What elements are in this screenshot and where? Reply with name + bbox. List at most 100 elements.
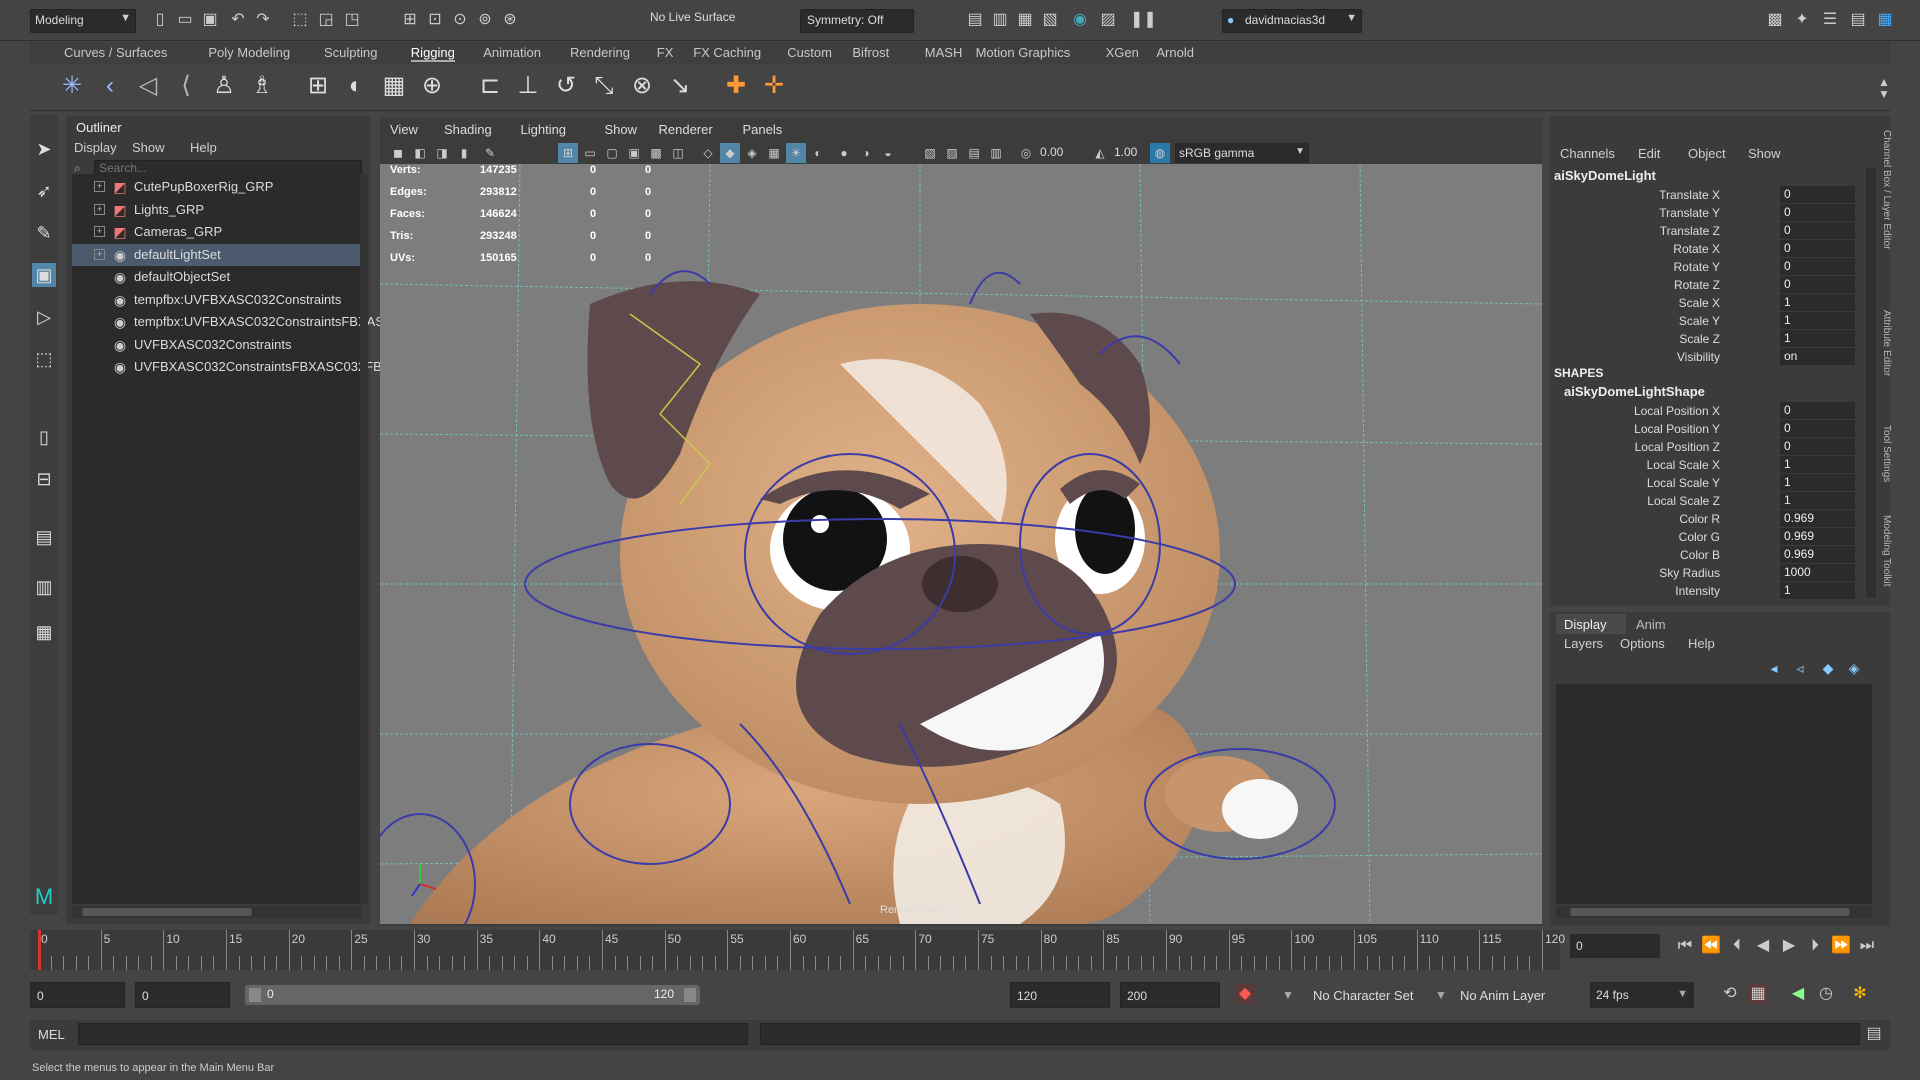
live-surface-label[interactable]: No Live Surface: [650, 10, 735, 24]
current-time-indicator[interactable]: [38, 930, 41, 970]
outliner-menu-display[interactable]: Display: [74, 140, 117, 155]
xray-icon[interactable]: ▨: [942, 143, 962, 163]
go-to-start-icon[interactable]: ⏮: [1675, 936, 1695, 956]
channel-attribute[interactable]: Local Position X 0: [1550, 402, 1860, 420]
shelf-tab[interactable]: Animation: [483, 45, 541, 60]
anim-layer-label[interactable]: No Anim Layer: [1460, 988, 1545, 1003]
viewport-canvas[interactable]: Verts: 147235 0 0 Edges: 293812 0 0 Faces: 146624…: [380, 164, 1542, 924]
expand-toggle[interactable]: +: [94, 226, 105, 237]
new-layer-selected-icon[interactable]: ◈: [1844, 658, 1864, 678]
orient-constraint-icon[interactable]: ↺: [550, 70, 582, 102]
layer-menu-help[interactable]: Help: [1688, 636, 1715, 651]
side-tab-channel-box[interactable]: Channel Box / Layer Editor: [1878, 130, 1892, 300]
tool-settings-icon[interactable]: ▤: [1848, 10, 1868, 30]
end-frame-field[interactable]: 200: [1120, 982, 1220, 1008]
channel-attribute[interactable]: Intensity 1: [1550, 582, 1860, 600]
create-joints-icon[interactable]: ✳: [56, 70, 88, 102]
channel-attribute-value[interactable]: 1: [1780, 456, 1855, 473]
film-gate-icon[interactable]: ▭: [580, 143, 600, 163]
shelf-tab[interactable]: Bifrost: [852, 45, 889, 60]
current-frame-field[interactable]: 0: [1570, 934, 1660, 958]
point-constraint-icon[interactable]: ⊥: [512, 70, 544, 102]
wireframe-on-shaded-icon[interactable]: ◈: [742, 143, 762, 163]
pole-vector-icon[interactable]: ↘: [664, 70, 696, 102]
shelf-tab[interactable]: Rigging: [410, 45, 455, 62]
channel-attribute-value[interactable]: 1: [1780, 492, 1855, 509]
outliner-hscrollbar[interactable]: [72, 906, 362, 918]
channel-attribute-value[interactable]: 1: [1780, 474, 1855, 491]
bookmark-icon[interactable]: ◨: [432, 143, 452, 163]
outliner-item[interactable]: ◉ UVFBXASC032ConstraintsFBXASC032FBX: [72, 356, 391, 378]
shape-node-name[interactable]: aiSkyDomeLightShape: [1564, 384, 1705, 399]
motion-blur-icon[interactable]: ◑: [856, 143, 876, 163]
use-all-lights-icon[interactable]: ☀: [786, 143, 806, 163]
start-frame-field[interactable]: 0: [30, 982, 125, 1008]
smooth-shade-icon[interactable]: ◆: [720, 143, 740, 163]
viewport-menu-show[interactable]: Show: [605, 122, 638, 137]
channel-attribute[interactable]: Color B 0.969: [1550, 546, 1860, 564]
undo-icon[interactable]: ↶: [228, 10, 248, 30]
render-current-icon[interactable]: ▤: [965, 10, 985, 30]
attribute-editor-icon[interactable]: ☰: [1820, 10, 1840, 30]
anim-start-field[interactable]: 0: [135, 982, 230, 1008]
outliner-item[interactable]: ◉ defaultObjectSet: [72, 266, 362, 288]
single-view-icon[interactable]: ▯: [32, 425, 56, 449]
field-chart-icon[interactable]: ▩: [646, 143, 666, 163]
render-settings-icon[interactable]: ▦: [1015, 10, 1035, 30]
channel-attribute-value[interactable]: 0: [1780, 240, 1855, 257]
range-slider-end-handle[interactable]: [684, 988, 696, 1002]
outliner-item[interactable]: + ◉ defaultLightSet: [72, 243, 362, 266]
viewport-menu-renderer[interactable]: Renderer: [659, 122, 713, 137]
preferences-icon[interactable]: ✻: [1850, 984, 1870, 1004]
channel-attribute-value[interactable]: 0: [1780, 204, 1855, 221]
save-scene-icon[interactable]: ▣: [200, 10, 220, 30]
shadows-icon[interactable]: ◐: [808, 143, 828, 163]
gamma-value[interactable]: 1.00: [1114, 145, 1137, 159]
layer-hscrollbar[interactable]: [1556, 906, 1872, 918]
channel-attribute-value[interactable]: on: [1780, 348, 1855, 365]
outliner-item[interactable]: + ◩ Lights_GRP: [72, 199, 362, 221]
step-forward-frame-icon[interactable]: ⏵: [1805, 936, 1825, 956]
ipr-render-icon[interactable]: ▥: [990, 10, 1010, 30]
channel-attribute[interactable]: Translate Y 0: [1550, 204, 1860, 222]
lattice-icon[interactable]: ▦: [378, 70, 410, 102]
channel-attribute[interactable]: Color G 0.969: [1550, 528, 1860, 546]
resolution-gate-icon[interactable]: ▢: [602, 143, 622, 163]
script-editor-icon[interactable]: ▤: [1864, 1024, 1884, 1044]
play-backward-icon[interactable]: ◀: [1753, 936, 1773, 956]
channel-attribute[interactable]: Scale Y 1: [1550, 312, 1860, 330]
select-hierarchy-icon[interactable]: ⬚: [290, 10, 310, 30]
safe-action-icon[interactable]: ◫: [668, 143, 688, 163]
step-back-frame-icon[interactable]: ⏴: [1727, 936, 1747, 956]
xray-joints-icon[interactable]: ▤: [964, 143, 984, 163]
outliner-item[interactable]: ◉ tempfbx:UVFBXASC032Constraints: [72, 289, 362, 311]
render-view-icon[interactable]: ▨: [1098, 10, 1118, 30]
shelf-tab[interactable]: FX Caching: [693, 45, 761, 60]
move-layer-down-icon[interactable]: ◃: [1790, 658, 1810, 678]
channel-attribute-value[interactable]: 0: [1780, 420, 1855, 437]
image-plane-icon[interactable]: ▮: [454, 143, 474, 163]
layer-menu-layers[interactable]: Layers: [1564, 636, 1603, 651]
shelf-tab[interactable]: Poly Modeling: [208, 45, 290, 60]
channel-attribute-value[interactable]: 1000: [1780, 564, 1855, 581]
channel-attribute[interactable]: Scale Z 1: [1550, 330, 1860, 348]
user-account-dropdown[interactable]: ● davidmacias3d ▼: [1222, 9, 1362, 33]
channel-attribute[interactable]: Rotate Y 0: [1550, 258, 1860, 276]
channel-attribute-value[interactable]: 1: [1780, 582, 1855, 599]
humanik-icon[interactable]: ♗: [246, 70, 278, 102]
rotate-tool-icon[interactable]: ▷: [32, 305, 56, 329]
play-forward-icon[interactable]: ▶: [1779, 936, 1799, 956]
modeling-toolkit-icon[interactable]: ✦: [1792, 10, 1812, 30]
orient-joint-icon[interactable]: ⟨: [170, 70, 202, 102]
channel-attribute[interactable]: Local Position Y 0: [1550, 420, 1860, 438]
channel-attribute[interactable]: Sky Radius 1000: [1550, 564, 1860, 582]
outliner-menu-help[interactable]: Help: [190, 140, 217, 155]
tab-display[interactable]: Display: [1556, 614, 1626, 634]
screen-space-ao-icon[interactable]: ●: [834, 143, 854, 163]
channel-menu-edit[interactable]: Edit: [1638, 146, 1660, 161]
grid-icon[interactable]: ⊞: [558, 143, 578, 163]
channel-attribute[interactable]: Translate X 0: [1550, 186, 1860, 204]
channel-attribute-value[interactable]: 1: [1780, 330, 1855, 347]
time-slider[interactable]: 0 5 10 15 20 25 30 35 40 45 50 55 60 65 70 75 80 85 90 95 10…: [30, 930, 1565, 970]
viewport-menu-panels[interactable]: Panels: [743, 122, 783, 137]
